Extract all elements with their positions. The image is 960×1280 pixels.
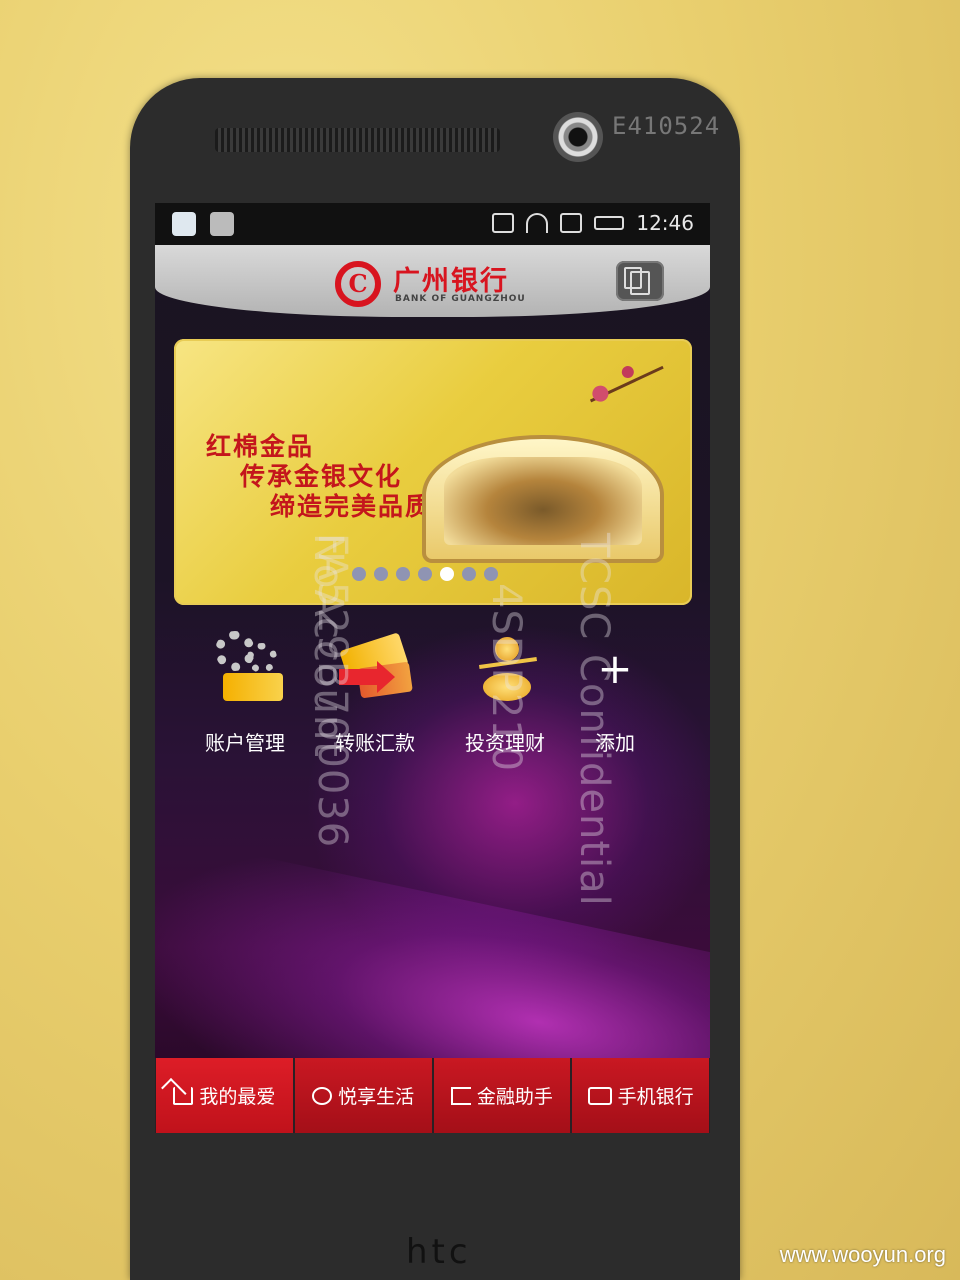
status-bar: 12:46 [155, 203, 710, 245]
banner-dot[interactable] [374, 567, 388, 581]
tab-life[interactable]: 悦享生活 [294, 1058, 432, 1133]
battery-icon [594, 216, 625, 230]
plum-branch-icon [589, 365, 679, 434]
device-serial: E410524 [612, 112, 721, 140]
copy-icon [624, 267, 650, 295]
bank-logo-icon: C [335, 261, 381, 307]
switch-view-button[interactable] [616, 261, 664, 301]
tab-label: 手机银行 [617, 1087, 694, 1108]
status-bar-right: 12:46 [492, 211, 694, 235]
banner-dot[interactable] [462, 567, 476, 581]
app-notification-icon [172, 212, 196, 236]
banner-dot[interactable] [440, 567, 454, 581]
banner-scroll-image [422, 435, 664, 563]
htc-logo: htc [406, 1232, 472, 1272]
shortcut-label: 账户管理 [205, 731, 285, 755]
shortcut-grid: 账户管理 转账汇款 投资理财 + 添加 [185, 629, 705, 769]
tab-mobile-banking[interactable]: 手机银行 [572, 1058, 709, 1133]
earpiece-speaker [215, 128, 500, 152]
tab-label: 悦享生活 [338, 1087, 415, 1108]
banner-line-3: 缔造完美品质 [270, 492, 433, 521]
tab-label: 金融助手 [476, 1087, 553, 1108]
banner-pagination[interactable] [352, 567, 498, 581]
bank-name: 广州银行 [393, 266, 509, 297]
source-watermark: www.wooyun.org [779, 1242, 946, 1267]
watermark-line: 4SDP210 [483, 583, 529, 773]
phone-screen: 12:46 C 广州银行 BANK OF GUANGZHOU 红棉金品 传承金银… [155, 203, 710, 1133]
tab-label: 我的最爱 [199, 1087, 276, 1108]
account-gears-icon [205, 629, 285, 709]
life-icon [312, 1086, 333, 1105]
banner-dot[interactable] [418, 567, 432, 581]
vibrate-icon [492, 213, 515, 233]
status-time: 12:46 [636, 211, 694, 235]
assistant-icon [450, 1086, 471, 1105]
sim-icon [560, 213, 583, 233]
home-icon [173, 1086, 194, 1105]
tab-finance-assistant[interactable]: 金融助手 [433, 1058, 571, 1133]
banner-dot[interactable] [484, 567, 498, 581]
qr-notification-icon [210, 212, 234, 236]
watermark-line: TCSC Confidential [571, 533, 617, 907]
mail-icon [587, 1086, 612, 1105]
watermark-line: NoAccount [305, 533, 351, 758]
shortcut-account-management[interactable]: 账户管理 [185, 629, 305, 756]
app-header: C 广州银行 BANK OF GUANGZHOU [155, 245, 710, 317]
bottom-tab-bar: 我的最爱 悦享生活 金融助手 手机银行 [155, 1058, 710, 1133]
bank-name-en: BANK OF GUANGZHOU [395, 294, 526, 304]
front-camera [553, 112, 603, 162]
tab-favorites[interactable]: 我的最爱 [156, 1058, 293, 1133]
wifi-icon [526, 213, 549, 233]
banner-dot[interactable] [396, 567, 410, 581]
